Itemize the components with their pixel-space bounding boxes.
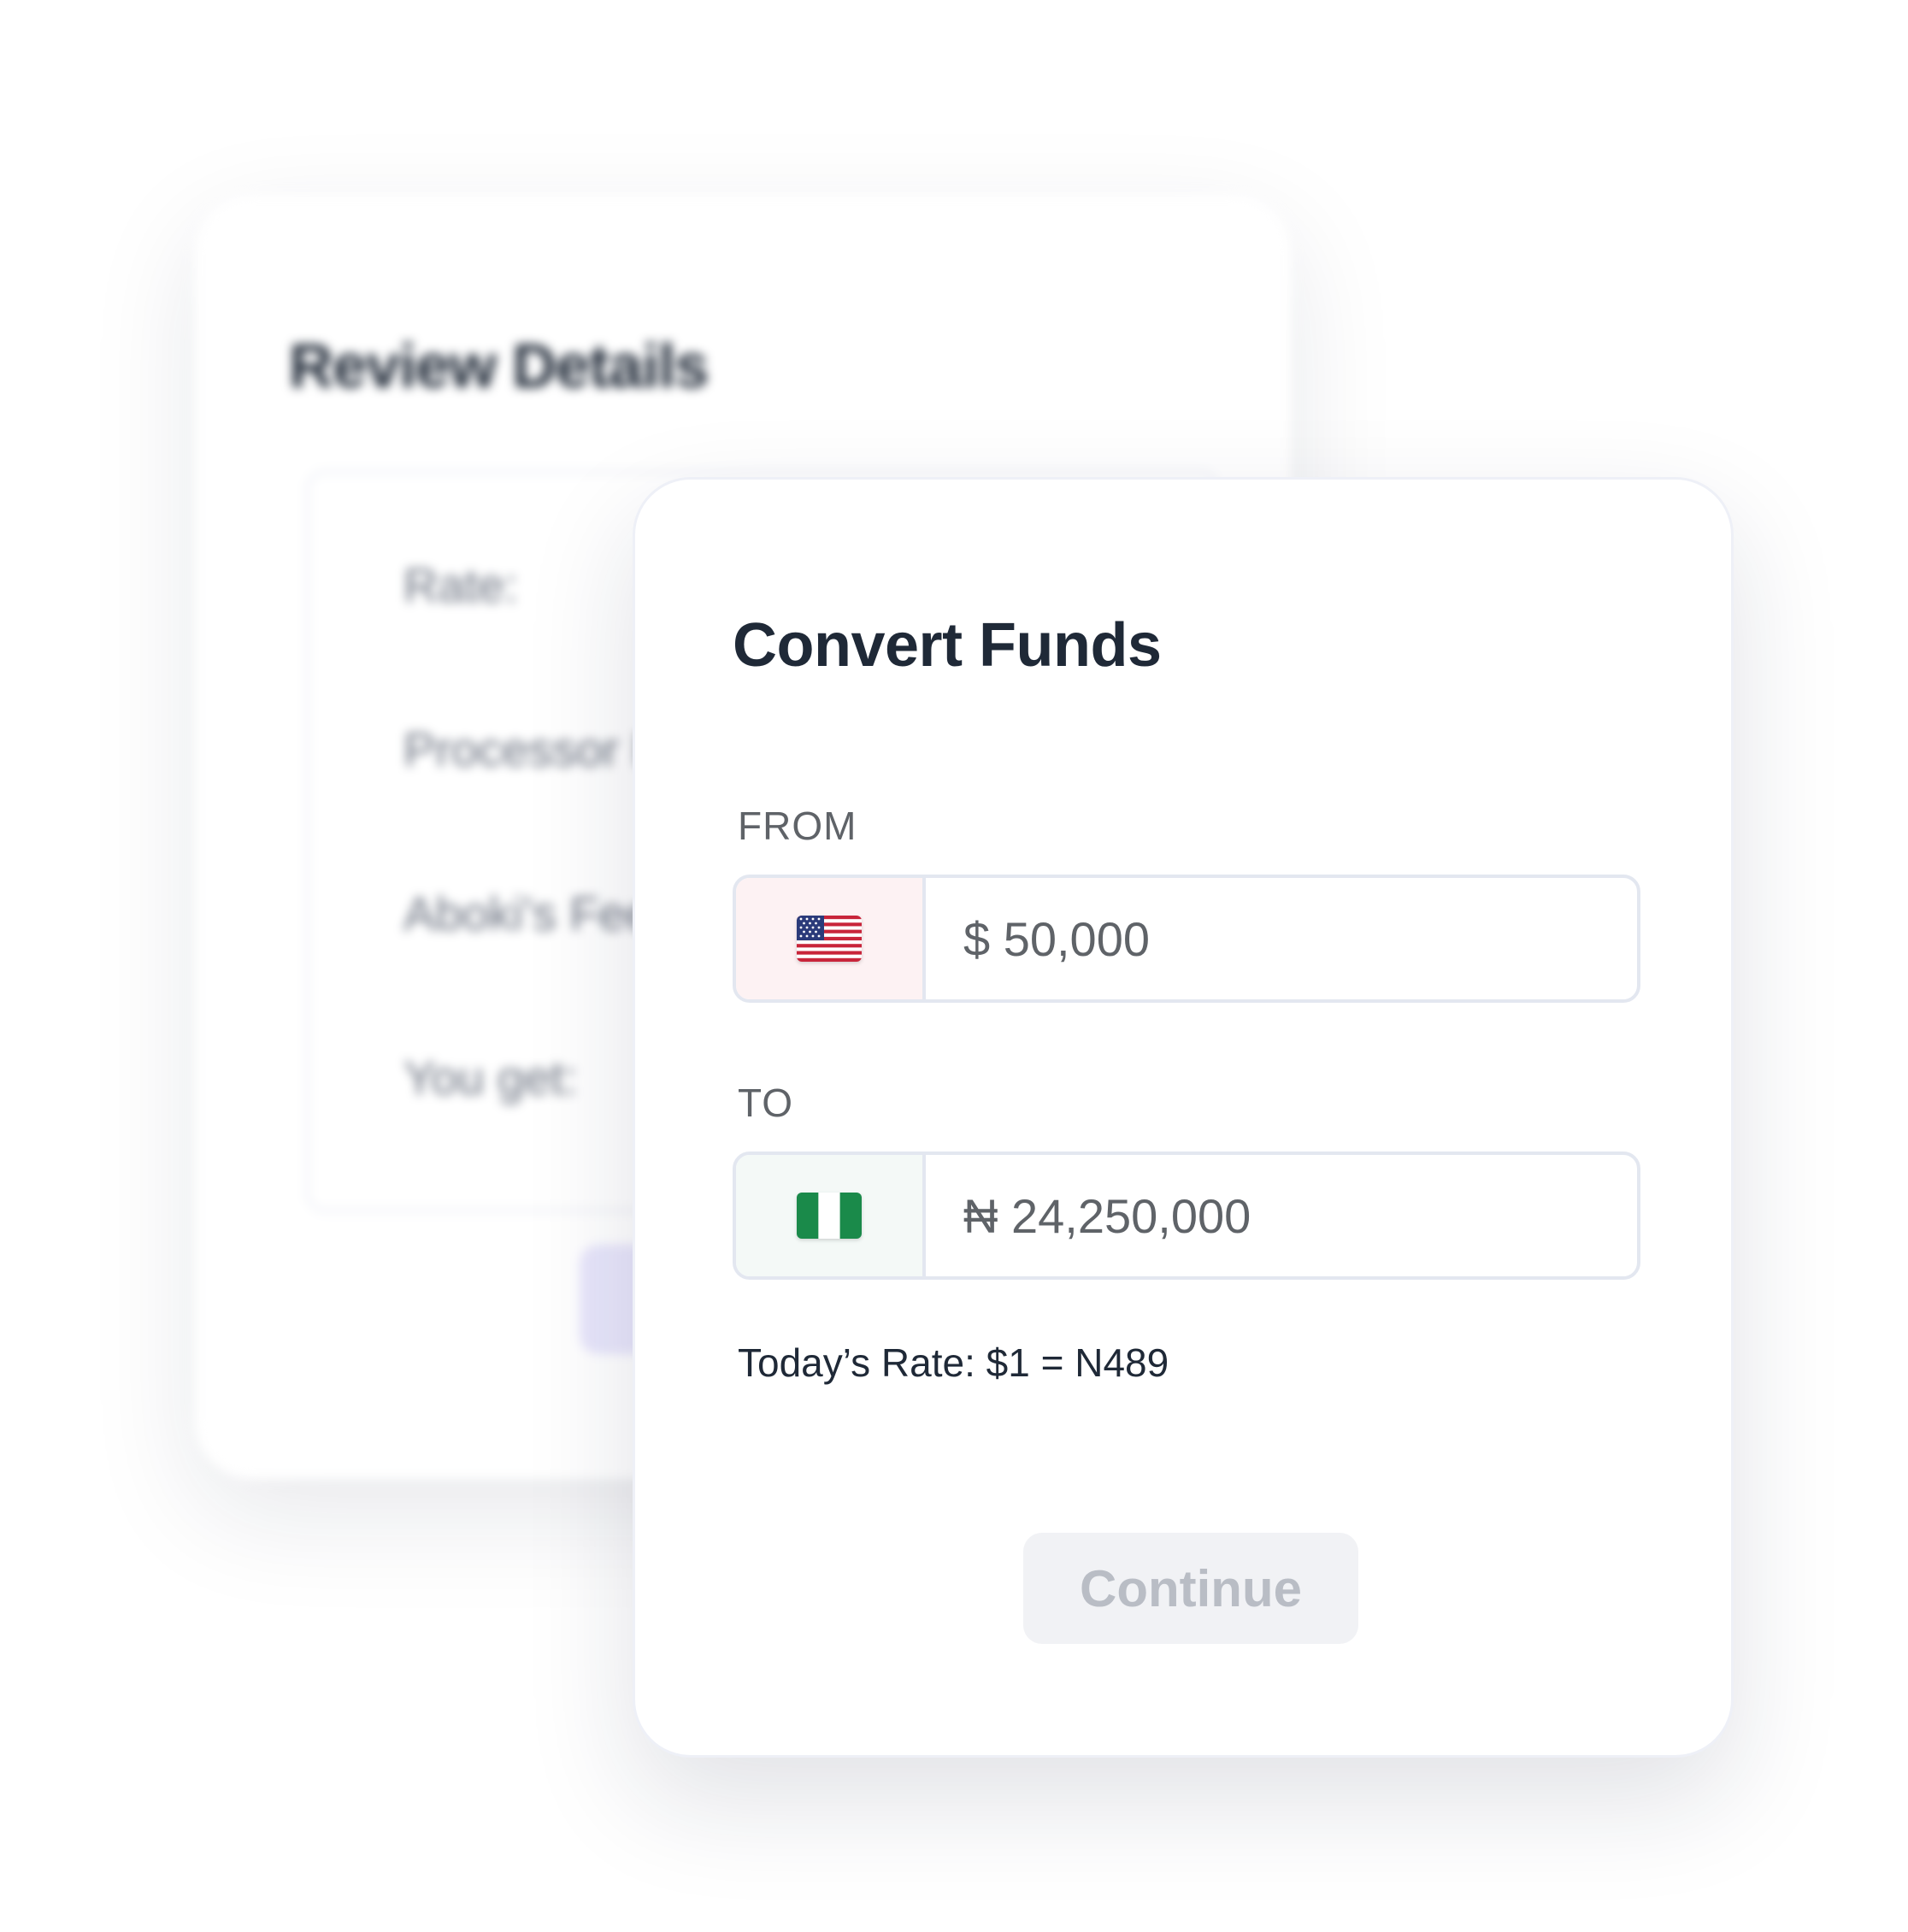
to-field: ₦ 24,250,000 xyxy=(733,1152,1640,1280)
us-flag-icon xyxy=(797,916,862,962)
review-row-aboki-fee: Aboki's Fee: xyxy=(403,886,666,940)
nigeria-flag-icon xyxy=(797,1193,862,1239)
page-title: Convert Funds xyxy=(733,611,1162,680)
from-amount-input[interactable]: $ 50,000 xyxy=(926,878,1637,999)
from-field: $ 50,000 xyxy=(733,875,1640,1003)
from-label: FROM xyxy=(738,804,857,848)
review-row-you-get: You get: xyxy=(403,1051,578,1104)
from-currency-selector[interactable] xyxy=(736,878,926,999)
to-amount-input[interactable]: ₦ 24,250,000 xyxy=(926,1155,1637,1276)
to-label: TO xyxy=(738,1081,794,1125)
continue-button[interactable]: Continue xyxy=(1023,1533,1358,1644)
review-row-rate: Rate: xyxy=(403,558,518,612)
exchange-rate-text: Today’s Rate: $1 = N489 xyxy=(738,1340,1169,1385)
review-details-title: Review Details xyxy=(289,333,709,401)
convert-funds-card: Convert Funds FROM $ 50,000 TO ₦ 24,250,… xyxy=(633,477,1734,1758)
to-currency-selector[interactable] xyxy=(736,1155,926,1276)
